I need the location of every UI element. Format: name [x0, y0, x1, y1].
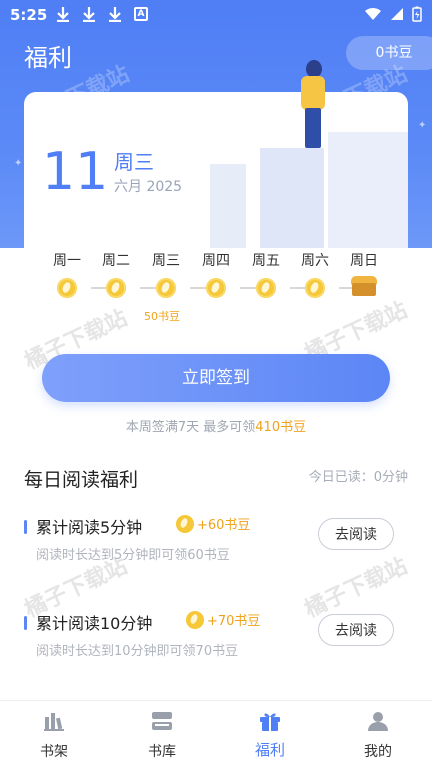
today-read-time: 今日已读：0分钟 — [308, 470, 408, 485]
week-day-thu: 周四 — [191, 248, 241, 298]
task-reward-text: +70书豆 — [207, 614, 261, 629]
tab-label: 书架 — [40, 744, 68, 760]
bottom-tab-bar: 书架 书库 福利 我的 — [0, 700, 432, 768]
status-bar: 5:25 A — [0, 0, 432, 30]
tab-label: 我的 — [364, 744, 392, 760]
city-illustration — [328, 132, 408, 248]
coin-icon — [256, 278, 276, 298]
gift-icon — [258, 709, 282, 733]
week-day-fri: 周五 — [241, 248, 291, 298]
week-day-label: 周日 — [350, 253, 378, 269]
section-title: 每日阅读福利 — [24, 469, 139, 491]
reading-task: 累计阅读5分钟 +60书豆 阅读时长达到5分钟即可领60书豆 去阅读 — [24, 512, 408, 592]
week-day-label: 周四 — [202, 253, 230, 269]
task-reward: +60书豆 — [176, 514, 250, 533]
week-day-wed: 周三 — [141, 248, 191, 298]
coin-icon — [186, 610, 204, 629]
coin-icon — [176, 514, 194, 533]
date-card: 11 周三 六月 2025 — [24, 92, 408, 248]
week-day-label: 周五 — [252, 253, 280, 269]
download-icon — [82, 6, 96, 26]
connector — [190, 287, 206, 289]
task-reward-text: +60书豆 — [197, 518, 251, 533]
week-day-sat: 周六 — [290, 248, 340, 298]
week-day-label: 周六 — [301, 253, 329, 269]
connector — [91, 287, 107, 289]
connector — [140, 287, 156, 289]
coin-icon — [57, 278, 77, 298]
connector — [240, 287, 256, 289]
coin-icon — [305, 278, 325, 298]
treasure-chest-icon — [351, 276, 377, 296]
coin-icon — [206, 278, 226, 298]
bonus-label: 50书豆 — [144, 310, 180, 323]
status-time: 5:25 — [10, 6, 48, 24]
status-right-icons — [364, 6, 422, 26]
battery-icon — [412, 6, 422, 26]
reading-task: 累计阅读10分钟 +70书豆 阅读时长达到10分钟即可领70书豆 去阅读 — [24, 608, 408, 688]
user-icon — [366, 709, 390, 733]
week-hint-text: 本周签满7天 最多可领 — [125, 420, 256, 435]
library-icon — [150, 709, 174, 733]
bookshelf-icon — [42, 709, 66, 733]
task-description: 阅读时长达到10分钟即可领70书豆 — [36, 644, 239, 659]
download-icon — [56, 6, 70, 26]
week-hint: 本周签满7天 最多可领410书豆 — [0, 416, 432, 435]
checkin-button[interactable]: 立即签到 — [42, 354, 390, 402]
week-day-tue: 周二 — [91, 248, 141, 298]
task-description: 阅读时长达到5分钟即可领60书豆 — [36, 548, 230, 563]
page-title: 福利 — [24, 44, 72, 72]
task-marker — [24, 616, 27, 630]
connector — [290, 287, 306, 289]
tab-label: 书库 — [148, 744, 176, 760]
go-read-button[interactable]: 去阅读 — [318, 614, 394, 646]
weekly-checkin-row: 周一 周二 周三 周四 周五 周六 周日 50书豆 — [34, 248, 394, 328]
month-year: 六月 2025 — [114, 179, 183, 195]
tab-label: 福利 — [254, 741, 285, 759]
city-illustration — [260, 148, 324, 248]
sparkle-icon: ✦ — [418, 120, 427, 131]
wifi-icon — [364, 7, 382, 25]
tab-bookshelf[interactable]: 书架 — [0, 701, 108, 768]
download-icon — [108, 6, 122, 26]
coin-icon — [156, 278, 176, 298]
coin-balance-badge[interactable]: 0书豆 — [346, 36, 432, 70]
week-day-label: 周二 — [102, 253, 130, 269]
tab-profile[interactable]: 我的 — [324, 701, 432, 768]
task-marker — [24, 520, 27, 534]
day-number: 11 — [42, 142, 109, 202]
weekday: 周三 — [114, 150, 154, 174]
week-hint-amount: 410书豆 — [255, 420, 307, 435]
week-day-label: 周三 — [152, 253, 180, 269]
person-illustration — [296, 60, 336, 150]
week-day-sun: 周日 — [339, 248, 389, 296]
task-reward: +70书豆 — [186, 610, 260, 629]
coin-icon — [106, 278, 126, 298]
app-notification-icon: A — [134, 7, 148, 21]
go-read-button[interactable]: 去阅读 — [318, 518, 394, 550]
tab-library[interactable]: 书库 — [108, 701, 216, 768]
sparkle-icon: ✦ — [14, 158, 23, 169]
signal-icon — [390, 7, 404, 25]
hero-banner: 5:25 A 福利 0书豆 ✦ ✦ ✦ 橘子下载站 橘子下载站 11 周三 六月… — [0, 0, 432, 248]
city-illustration — [210, 164, 246, 248]
task-name: 累计阅读5分钟 — [36, 518, 143, 537]
week-day-label: 周一 — [53, 253, 81, 269]
week-day-mon: 周一 — [42, 248, 92, 298]
tab-welfare[interactable]: 福利 — [216, 701, 324, 768]
task-name: 累计阅读10分钟 — [36, 614, 153, 633]
